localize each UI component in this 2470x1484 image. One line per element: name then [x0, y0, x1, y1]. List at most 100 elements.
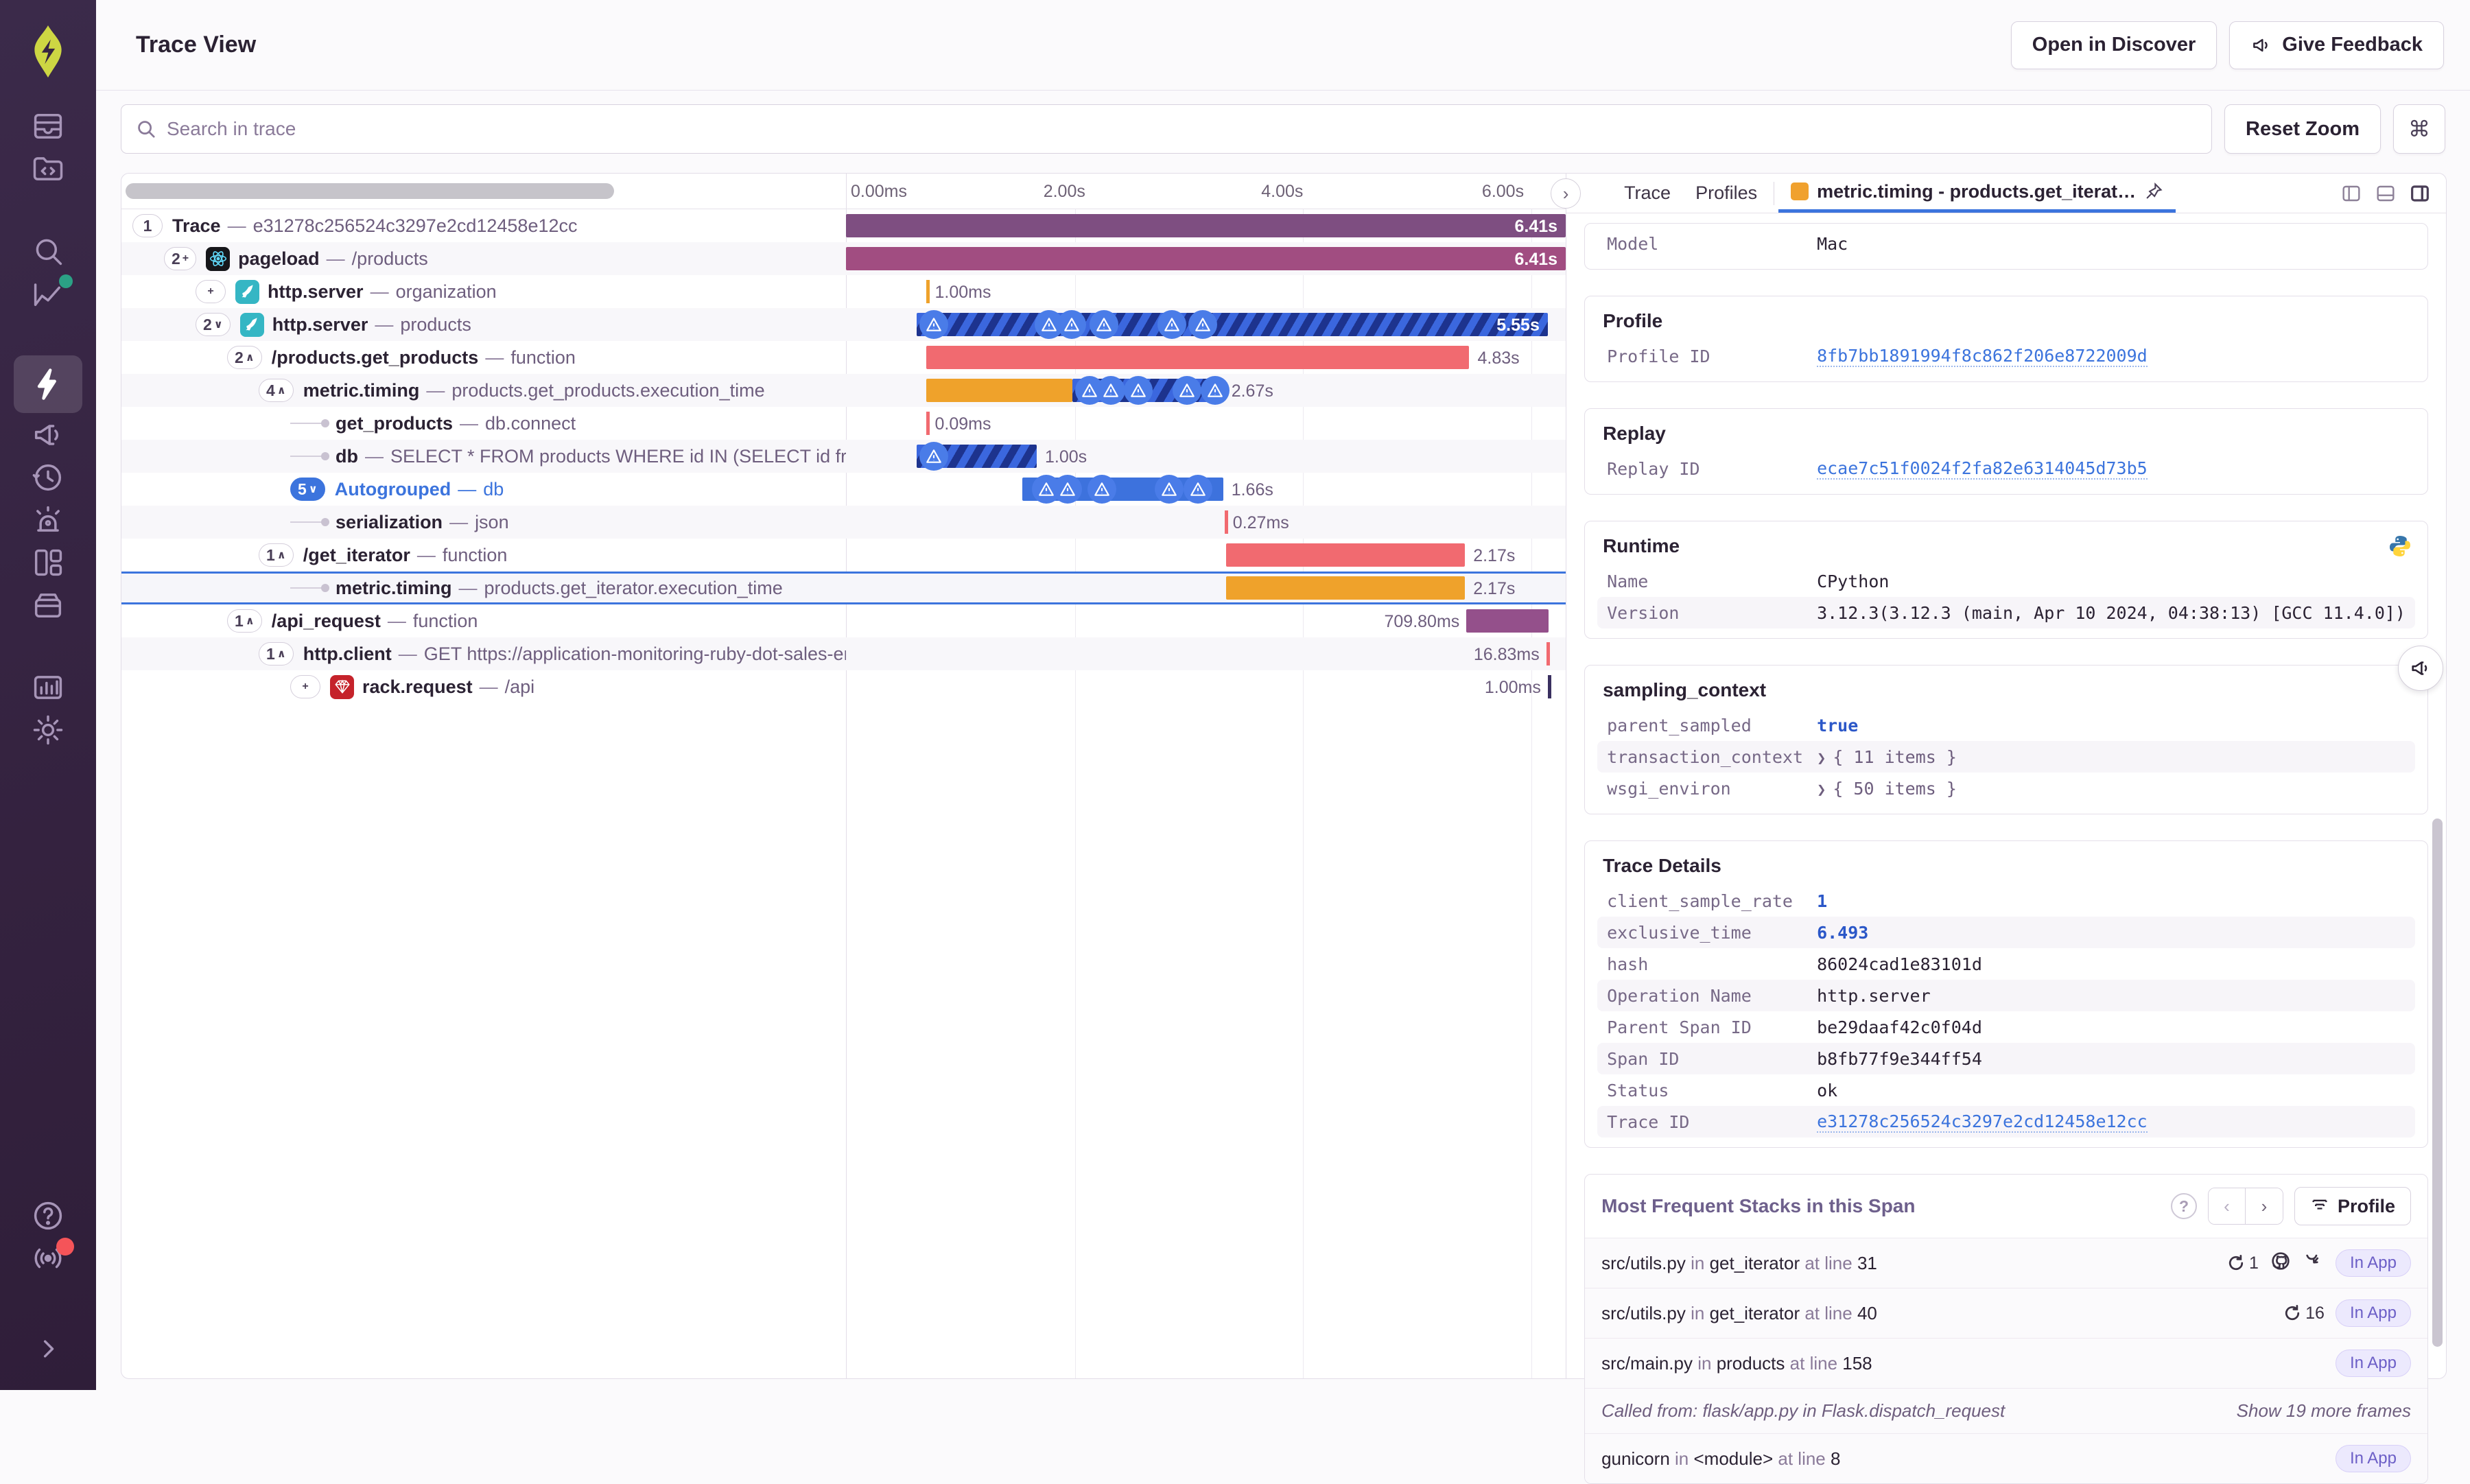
span-tick[interactable] [926, 412, 930, 435]
span-expand-pill[interactable]: 1 ∧ [259, 642, 294, 666]
span-expand-pill[interactable]: 2 ∨ [196, 313, 231, 336]
detail-value[interactable]: ❯{ 11 items } [1817, 747, 1957, 767]
sidebar-item-alerts[interactable] [18, 499, 78, 541]
span-expand-pill[interactable]: 4 ∧ [259, 379, 294, 402]
span-chart-cell[interactable]: 2.67s [846, 374, 1566, 407]
span-row[interactable]: metric.timing — products.get_iterator.exec… [121, 572, 1566, 604]
sidebar-item-explore[interactable] [18, 231, 78, 272]
stack-frame-row[interactable]: src/utils.py in get_iterator at line 40 … [1585, 1288, 2427, 1338]
layout-bottom-icon[interactable] [2375, 182, 2397, 204]
drawer-collapse-button[interactable]: › [1551, 178, 1581, 209]
span-row[interactable]: 5 ∨ Autogrouped — db 1.66s [121, 473, 1566, 506]
span-expand-pill[interactable]: 1 ∧ [227, 609, 262, 633]
span-tick[interactable] [926, 280, 930, 303]
span-chart-cell[interactable]: 4.83s [846, 341, 1566, 374]
github-icon[interactable] [2270, 1250, 2292, 1277]
layout-left-icon[interactable] [2340, 182, 2362, 204]
span-row[interactable]: db — SELECT * FROM products WHERE id IN (S… [121, 440, 1566, 473]
span-bar[interactable] [1225, 576, 1466, 600]
span-chart-cell[interactable]: 2.17s [846, 572, 1566, 604]
detail-value[interactable]: ecae7c51f0024f2fa82e6314045d73b5 [1817, 458, 2148, 480]
span-row[interactable]: 2 ∨ http.server — products 5.55s [121, 308, 1566, 341]
sidebar-item-performance-active[interactable] [14, 355, 82, 413]
tree-scrollbar[interactable] [126, 183, 614, 199]
sidebar-item-help[interactable] [18, 1195, 78, 1236]
sidebar-item-feedback[interactable] [18, 414, 78, 456]
warning-icon[interactable] [919, 442, 948, 471]
span-chart-cell[interactable]: 2.17s [846, 539, 1566, 572]
stack-frame-row[interactable]: src/utils.py in get_iterator at line 31 … [1585, 1238, 2427, 1288]
span-chart-cell[interactable]: 6.41s [846, 242, 1566, 275]
give-feedback-button[interactable]: Give Feedback [2229, 21, 2444, 69]
expand-chevron-icon[interactable]: ❯ [1817, 750, 1826, 767]
sidebar-item-issues[interactable] [18, 106, 78, 147]
span-row[interactable]: get_products — db.connect 0.09ms [121, 407, 1566, 440]
sidebar-item-stats-archive[interactable] [18, 585, 78, 626]
span-bar[interactable] [1225, 543, 1466, 567]
span-row[interactable]: 1 ∧/api_request — function 709.80ms [121, 604, 1566, 637]
span-row[interactable]: 1 ∧/get_iterator — function 2.17s [121, 539, 1566, 572]
drawer-tab[interactable]: Profiles [1683, 174, 1769, 213]
span-row[interactable]: 1 ∧ http.client — GET https://application-mo… [121, 637, 1566, 670]
sidebar-item-dashboards[interactable] [18, 542, 78, 583]
warning-icon[interactable] [1157, 310, 1187, 339]
span-expand-pill[interactable]: + [196, 280, 226, 303]
span-chart-cell[interactable]: 1.00ms [846, 275, 1566, 308]
span-chart-cell[interactable]: 0.09ms [846, 407, 1566, 440]
span-tick[interactable] [1546, 642, 1550, 666]
drawer-tab-active[interactable]: metric.timing - products.get_iterat… [1778, 174, 2176, 213]
span-tick[interactable] [1224, 510, 1228, 534]
detail-value[interactable]: e31278c256524c3297e2cd12458e12cc [1817, 1111, 2148, 1133]
span-row[interactable]: 4 ∧ metric.timing — products.get_products.ex… [121, 374, 1566, 407]
span-chart-cell[interactable]: 0.27ms [846, 506, 1566, 539]
layout-right-icon[interactable] [2409, 182, 2431, 204]
stack-frame-row[interactable]: gunicorn in <module> at line 8 In App [1585, 1433, 2427, 1483]
sidebar-item-settings[interactable] [18, 709, 78, 751]
sidebar-item-stats[interactable] [18, 667, 78, 708]
span-chart-cell[interactable]: 5.55s [846, 308, 1566, 341]
help-icon[interactable]: ? [2170, 1193, 2197, 1219]
span-expand-pill[interactable]: 5 ∨ [290, 478, 325, 501]
span-chart-cell[interactable]: 1.66s [846, 473, 1566, 506]
next-page-button[interactable]: › [2245, 1188, 2283, 1224]
span-chart-cell[interactable]: 709.80ms [846, 604, 1566, 637]
span-bar[interactable] [846, 247, 1566, 270]
stack-frame-row[interactable]: src/main.py in products at line 158 In A… [1585, 1338, 2427, 1388]
branch-link-icon[interactable] [2303, 1250, 2325, 1277]
span-expand-pill[interactable]: + [290, 675, 320, 698]
warning-icon[interactable] [1155, 475, 1184, 504]
sentry-logo[interactable] [22, 22, 74, 81]
span-expand-pill[interactable]: 2 + [164, 247, 197, 270]
feedback-fab[interactable] [2398, 646, 2443, 691]
span-bar[interactable] [846, 214, 1566, 237]
sidebar-item-projects[interactable] [18, 148, 78, 189]
expand-chevron-icon[interactable]: ❯ [1817, 781, 1826, 799]
warning-icon[interactable] [1184, 475, 1212, 504]
span-bar[interactable] [1466, 609, 1549, 633]
open-in-discover-button[interactable]: Open in Discover [2010, 21, 2218, 69]
profile-button[interactable]: Profile [2294, 1187, 2411, 1225]
detail-value[interactable]: ❯{ 50 items } [1817, 779, 1957, 799]
span-chart-cell[interactable]: 1.00ms [846, 670, 1566, 703]
span-row[interactable]: 2 ∧/products.get_products — function 4.83s [121, 341, 1566, 374]
warning-icon[interactable] [1096, 376, 1126, 405]
reset-zoom-button[interactable]: Reset Zoom [2224, 104, 2381, 154]
warning-icon[interactable] [1173, 376, 1202, 405]
pin-icon[interactable] [2144, 182, 2163, 201]
span-tick[interactable] [1547, 675, 1551, 698]
warning-icon[interactable] [919, 310, 948, 339]
sidebar-item-whats-new[interactable] [18, 1238, 78, 1279]
span-expand-pill[interactable]: 2 ∧ [227, 346, 262, 369]
span-expand-pill[interactable]: 1 [132, 214, 163, 237]
prev-page-button[interactable]: ‹ [2208, 1188, 2246, 1224]
span-bar[interactable] [926, 379, 1073, 402]
span-row[interactable]: + http.server — organization 1.00ms [121, 275, 1566, 308]
warning-icon[interactable] [1123, 376, 1153, 405]
called-from-row[interactable]: Called from: flask/app.py in Flask.dispa… [1585, 1388, 2427, 1433]
sidebar-item-insights[interactable] [18, 273, 78, 314]
span-bar[interactable] [926, 346, 1470, 369]
span-row[interactable]: + rack.request —/api 1.00ms [121, 670, 1566, 703]
detail-value[interactable]: 8fb7bb1891994f8c862f206e8722009d [1817, 346, 2148, 367]
span-chart-cell[interactable]: 6.41s [846, 209, 1566, 242]
span-row[interactable]: serialization — json 0.27ms [121, 506, 1566, 539]
